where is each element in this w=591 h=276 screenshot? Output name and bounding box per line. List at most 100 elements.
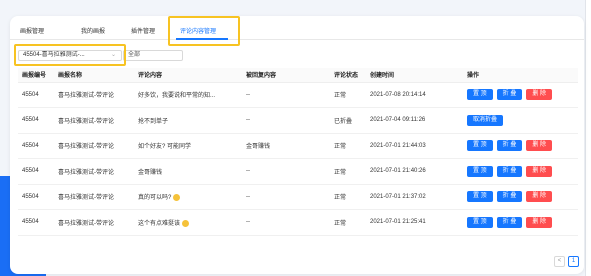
cell-actions: 置 顶折 叠删 除 (463, 158, 578, 185)
cell-comment-status: 正常 (330, 82, 366, 108)
cell-comment-status: 正常 (330, 184, 366, 210)
cell-reply-content-text: -- (246, 193, 250, 200)
delete-button[interactable]: 删 除 (526, 216, 553, 228)
cell-actions: 取消折叠 (463, 107, 578, 134)
table-row: 45504 喜马拉雅测试-带评论 抢不到单子 -- 已折叠 2021-07-04 09:1… (18, 107, 578, 134)
cell-created-time-text: 2021-07-01 21:37:02 (370, 193, 426, 200)
table-row: 45504 喜马拉雅测试-带评论 真的可以吗? -- 正常 2021-07-01 21:3… (18, 184, 578, 210)
status-select[interactable]: 全部 (123, 50, 183, 61)
filter-highlight-box (14, 44, 126, 66)
cell-comment-status-text: 已折叠 (334, 118, 353, 125)
cell-comment-content-text: 抢不到单子 (138, 118, 169, 125)
cell-poster-id-text: 45504 (22, 219, 39, 226)
cell-reply-content: -- (242, 184, 330, 210)
cell-poster-id: 45504 (18, 184, 54, 210)
pin-button[interactable]: 置 顶 (467, 140, 493, 152)
table-row: 45504 喜马拉雅测试-带评论 金哥赚钱 -- 正常 2021-07-01 21:40:… (18, 158, 578, 185)
cell-comment-status-text: 正常 (334, 195, 347, 202)
header-comment-content: 评论内容 (134, 68, 242, 83)
header-poster-name: 画报名称 (54, 68, 134, 83)
delete-button[interactable]: 删 除 (526, 191, 553, 203)
cell-created-time-text: 2021-07-01 21:44:03 (370, 142, 426, 149)
cell-poster-name: 喜马拉雅测试-带评论 (54, 209, 134, 236)
fold-button[interactable]: 折 叠 (496, 165, 523, 177)
fold-button[interactable]: 折 叠 (496, 140, 523, 152)
pin-button[interactable]: 置 顶 (467, 216, 493, 228)
cell-comment-status: 正常 (330, 209, 366, 236)
cell-comment-status-text: 正常 (334, 144, 347, 151)
pagination-page-1[interactable]: 1 (568, 256, 579, 267)
tab-plugin-management[interactable]: 插件管理 (131, 26, 155, 35)
cell-created-time-text: 2021-07-04 09:11:26 (370, 117, 426, 124)
cell-reply-content: -- (242, 82, 330, 108)
cell-comment-status-text: 正常 (334, 169, 347, 176)
cell-reply-content: -- (242, 107, 330, 134)
tab-bar: 画报管理 我的画报 插件管理 评论内容管理 (10, 16, 584, 40)
fold-button[interactable]: 折 叠 (496, 191, 523, 203)
pin-button[interactable]: 置 顶 (467, 165, 493, 177)
cell-comment-content: 真的可以吗? (134, 184, 242, 210)
cell-poster-id: 45504 (18, 107, 54, 134)
cell-created-time: 2021-07-08 20:14:14 (366, 82, 463, 108)
cell-poster-id: 45504 (18, 133, 54, 159)
cell-poster-name: 喜马拉雅测试-带评论 (54, 133, 134, 159)
cell-created-time-text: 2021-07-08 20:14:14 (370, 91, 426, 98)
cell-comment-content: 抢不到单子 (134, 107, 242, 134)
unfold-button[interactable]: 取消折叠 (467, 114, 504, 126)
cell-poster-id-text: 45504 (22, 142, 39, 149)
cell-reply-content: 金哥赚钱 (242, 133, 330, 159)
pin-button[interactable]: 置 顶 (467, 191, 493, 203)
cell-poster-id-text: 45504 (22, 117, 39, 124)
cell-comment-content-text: 好多饮，我要说和平常的知... (138, 93, 216, 100)
cell-created-time-text: 2021-07-01 21:25:41 (370, 219, 426, 226)
cell-created-time-text: 2021-07-01 21:40:26 (370, 168, 426, 175)
delete-button[interactable]: 删 除 (526, 165, 553, 177)
cell-created-time: 2021-07-01 21:37:02 (366, 184, 463, 210)
pagination-prev-button[interactable]: < (554, 256, 565, 267)
cell-poster-name-text: 喜马拉雅测试-带评论 (58, 144, 114, 151)
cell-comment-content: 好多饮，我要说和平常的知... (134, 82, 242, 108)
status-select-value: 全部 (128, 52, 141, 58)
cell-created-time: 2021-07-01 21:40:26 (366, 158, 463, 185)
cell-comment-status: 正常 (330, 133, 366, 159)
header-poster-id: 画报编号 (18, 68, 54, 83)
cell-reply-content: -- (242, 158, 330, 185)
cell-comment-content-text: 这个有点难挺该 (138, 220, 181, 227)
cell-poster-name: 喜马拉雅测试-带评论 (54, 184, 134, 210)
table-header-row: 画报编号 画报名称 评论内容 被回复内容 评论状态 创建时间 操作 (18, 68, 578, 83)
cell-comment-status: 已折叠 (330, 107, 366, 134)
cell-comment-status-text: 正常 (334, 93, 347, 100)
cell-created-time: 2021-07-01 21:44:03 (366, 133, 463, 159)
cell-poster-name-text: 喜马拉雅测试-带评论 (58, 93, 114, 100)
cell-poster-name-text: 喜马拉雅测试-带评论 (58, 118, 114, 125)
cell-poster-name: 喜马拉雅测试-带评论 (54, 82, 134, 108)
comments-table: 画报编号 画报名称 评论内容 被回复内容 评论状态 创建时间 操作 45504 喜… (18, 68, 578, 236)
cell-poster-name-text: 喜马拉雅测试-带评论 (58, 195, 114, 202)
header-reply-content: 被回复内容 (242, 68, 330, 83)
table-row: 45504 喜马拉雅测试-带评论 好多饮，我要说和平常的知... -- 正常 2021-0… (18, 82, 578, 108)
cell-comment-content-text: 金哥赚钱 (138, 169, 163, 176)
cell-poster-id: 45504 (18, 82, 54, 108)
delete-button[interactable]: 删 除 (526, 140, 553, 152)
main-card: 画报管理 我的画报 插件管理 评论内容管理 45504-喜马拉雅测试-... ⌄… (10, 16, 584, 274)
cell-reply-content-text: -- (246, 219, 250, 226)
cell-created-time: 2021-07-01 21:25:41 (366, 209, 463, 236)
right-side-strip (585, 0, 591, 276)
cell-poster-name: 喜马拉雅测试-带评论 (54, 158, 134, 185)
delete-button[interactable]: 删 除 (526, 89, 553, 101)
cell-poster-id: 45504 (18, 158, 54, 185)
pin-button[interactable]: 置 顶 (467, 89, 493, 101)
cell-reply-content-text: -- (246, 91, 250, 98)
fold-button[interactable]: 折 叠 (496, 216, 523, 228)
table-row: 45504 喜马拉雅测试-带评论 如个好友? 可能同学 金哥赚钱 正常 2021-07-0… (18, 133, 578, 159)
tab-my-posters[interactable]: 我的画报 (81, 26, 105, 35)
fold-button[interactable]: 折 叠 (496, 89, 523, 101)
cell-actions: 置 顶折 叠删 除 (463, 184, 578, 210)
emoji-icon (173, 194, 181, 202)
tab-poster-management[interactable]: 画报管理 (20, 26, 44, 35)
header-created-time: 创建时间 (366, 68, 463, 83)
cell-created-time: 2021-07-04 09:11:26 (366, 107, 463, 134)
cell-comment-content-text: 真的可以吗? (138, 195, 172, 202)
cell-poster-id: 45504 (18, 209, 54, 236)
cell-actions: 置 顶折 叠删 除 (463, 82, 578, 108)
